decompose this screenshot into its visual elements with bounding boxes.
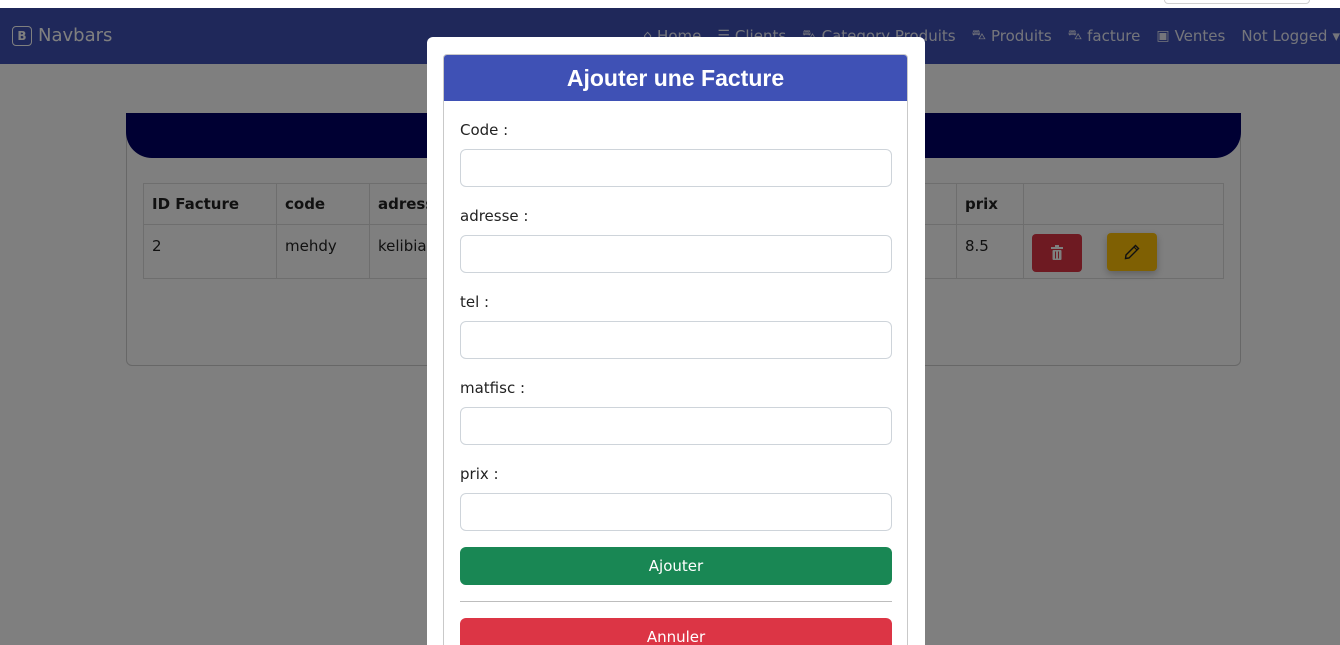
field-group-adresse: adresse : (460, 187, 892, 273)
divider (460, 601, 892, 602)
tel-label: tel : (460, 293, 490, 311)
modal-form-card: Ajouter une Facture Code : adresse : tel… (443, 54, 908, 645)
add-facture-modal: Ajouter une Facture Code : adresse : tel… (427, 37, 925, 645)
field-group-matfisc: matfisc : (460, 359, 892, 445)
matfisc-label: matfisc : (460, 379, 526, 397)
prix-input[interactable] (460, 493, 892, 531)
prix-label: prix : (460, 465, 499, 483)
code-input[interactable] (460, 149, 892, 187)
field-group-prix: prix : (460, 445, 892, 531)
matfisc-input[interactable] (460, 407, 892, 445)
field-group-code: Code : (460, 101, 892, 187)
adresse-input[interactable] (460, 235, 892, 273)
browser-top-strip (0, 0, 1340, 8)
facture-form: Code : adresse : tel : matfisc : prix : … (444, 101, 907, 645)
adresse-label: adresse : (460, 207, 529, 225)
annuler-button[interactable]: Annuler (460, 618, 892, 645)
modal-title: Ajouter une Facture (444, 55, 907, 101)
field-group-tel: tel : (460, 273, 892, 359)
ajouter-button[interactable]: Ajouter (460, 547, 892, 585)
code-label: Code : (460, 121, 509, 139)
tel-input[interactable] (460, 321, 892, 359)
